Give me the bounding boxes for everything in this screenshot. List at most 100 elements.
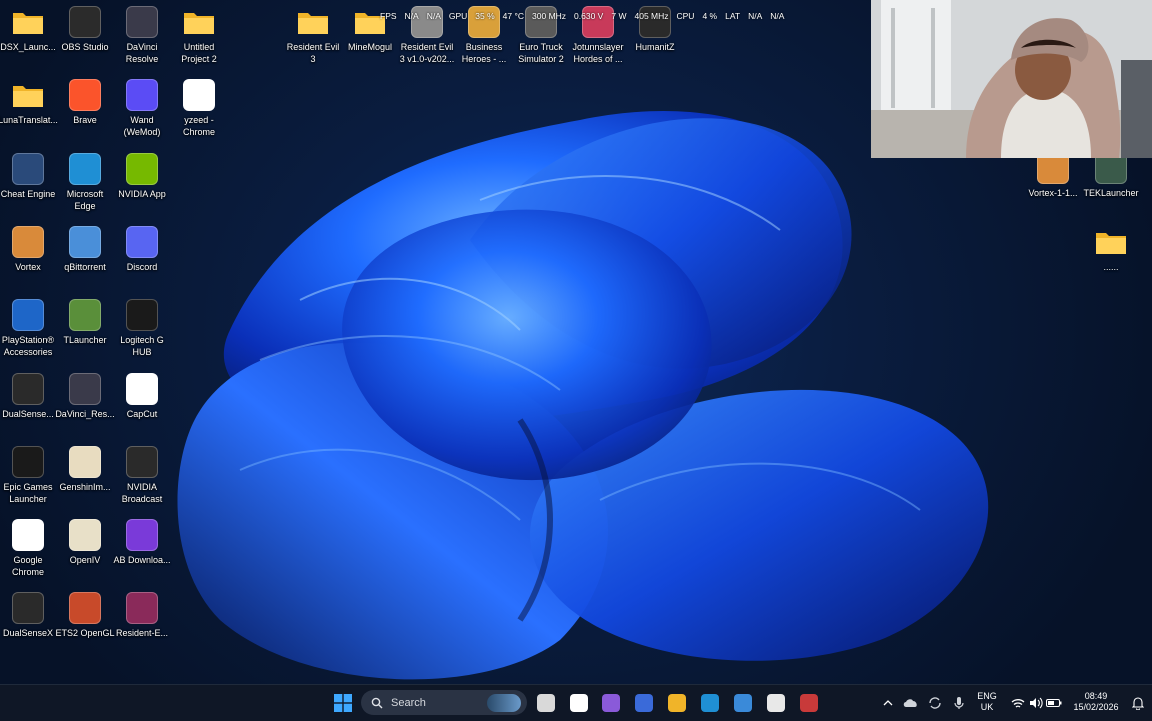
logitech-icon (126, 299, 158, 332)
desktop-icon-label: DSX_Launc... (0, 42, 56, 52)
qbittorrent-icon (69, 225, 101, 258)
desktop-icon-label: ETS2 OpenGL (55, 628, 115, 639)
desktop-icon-obs[interactable]: OBS Studio (57, 6, 113, 53)
desktop-icon-wand[interactable]: Wand (WeMod) (114, 79, 170, 138)
wand-icon (126, 79, 158, 112)
gpu-label: GPU (448, 11, 468, 21)
desktop-icon-label: Resident-E... (115, 628, 169, 639)
vortex-icon (12, 225, 44, 258)
desktop-icon-label: NVIDIA Broadcast (121, 481, 163, 504)
desktop-icon-openiv[interactable]: OpenIV (57, 519, 113, 566)
desktop-icon-davinci[interactable]: DaVinci_Res... (55, 372, 115, 420)
desktop-icon-label: Euro Truck Simulator 2 (518, 42, 564, 64)
desktop-icon-folder[interactable]: Untitled Project 2 (171, 6, 227, 65)
folder-icon (297, 6, 329, 38)
desktop-icon-edge[interactable]: Microsoft Edge (57, 152, 113, 212)
taskbar-app-button[interactable] (731, 691, 755, 715)
desktop-icon-qbittorrent[interactable]: qBittorrent (57, 225, 113, 273)
desktop-icon-label: DaVinci Resolve (125, 42, 159, 64)
clock[interactable]: 08:49 15/02/2026 (1068, 691, 1124, 713)
folder-icon (12, 6, 44, 38)
desktop-icon-logitech[interactable]: Logitech G HUB (114, 299, 170, 358)
desktop-icon-davinci[interactable]: DaVinci Resolve (114, 6, 170, 65)
cpu-label: CPU (676, 11, 695, 21)
davinci-icon (69, 372, 101, 405)
taskbar-app-button[interactable] (632, 691, 656, 715)
taskbar-app-button[interactable] (534, 691, 558, 715)
chrome-icon (12, 519, 44, 552)
desktop-icon-discord[interactable]: Discord (114, 225, 170, 273)
edge-icon (701, 694, 719, 712)
taskbar-app-button[interactable] (665, 691, 689, 715)
folder-icon (12, 79, 44, 111)
gpu-power: 7 W (611, 11, 627, 21)
desktop-icon-label: TLauncher (63, 335, 107, 346)
tlauncher-icon (69, 299, 101, 332)
desktop-icon-label: Microsoft Edge (66, 188, 104, 211)
desktop-icon-cheat-engine[interactable]: Cheat Engine (0, 152, 56, 200)
performance-overlay: FPS N/A N/A GPU 35 % 47 °C 300 MHz 0.630… (380, 8, 784, 24)
desktop-icon-controller[interactable]: DualSenseX (0, 592, 56, 639)
show-hidden-icons-button[interactable] (876, 691, 900, 715)
desktop-icon-label: Untitled Project 2 (181, 42, 217, 64)
desktop-icon-playstation[interactable]: PlayStation® Accessories (0, 299, 56, 358)
desktop-icon-label: Cheat Engine (0, 188, 56, 199)
desktop-icon-winrar[interactable]: Resident-E... (114, 592, 170, 639)
language-code: ENG (977, 691, 997, 701)
desktop-icon-label: ...... (1103, 262, 1119, 272)
ab-download-icon (126, 519, 158, 552)
desktop-icon-label: PlayStation® Accessories (1, 335, 55, 358)
desktop-icon-epic[interactable]: Epic Games Launcher (0, 445, 56, 505)
gpu-temp: 47 °C (502, 11, 525, 21)
microphone-tray-button[interactable] (947, 691, 971, 715)
desktop-icon-tek[interactable]: TEKLauncher (1083, 152, 1139, 199)
obs-icon (69, 6, 101, 38)
desktop-icon-vortex[interactable]: Vortex-1-1... (1025, 152, 1081, 199)
speaker-icon (1030, 697, 1043, 709)
file-explorer-icon (668, 694, 686, 712)
desktop-icon-folder[interactable]: DSX_Launc... (0, 6, 56, 53)
taskbar-app-button[interactable] (698, 691, 722, 715)
bell-icon (1132, 696, 1144, 710)
desktop-icon-label: Jotunnslayer Hordes of ... (572, 42, 624, 64)
desktop-icon-label: CapCut (126, 408, 158, 419)
controller-icon (12, 372, 44, 405)
keyboard-layout: UK (980, 702, 994, 712)
app-icon (800, 694, 818, 712)
desktop-icon-tlauncher[interactable]: TLauncher (57, 299, 113, 346)
epic-icon (12, 445, 44, 478)
desktop-icon-ets2[interactable]: ETS2 OpenGL (55, 592, 115, 639)
cpu-usage: 4 % (702, 11, 718, 21)
desktop-icon-genshin[interactable]: GenshinIm... (57, 445, 113, 493)
clock-date: 15/02/2026 (1073, 702, 1119, 712)
taskbar-app-button[interactable] (567, 691, 591, 715)
desktop-icon-label: DaVinci_Res... (55, 408, 115, 419)
gpu-voltage: 0.630 V (574, 11, 604, 21)
battery-tray-button[interactable] (1042, 691, 1066, 715)
onedrive-tray-button[interactable] (899, 691, 923, 715)
start-button[interactable] (331, 691, 355, 715)
desktop-icon-folder[interactable]: Resident Evil 3 (285, 6, 341, 65)
desktop-icon-folder[interactable]: ...... (1083, 226, 1139, 273)
desktop-icon-nvidia[interactable]: NVIDIA App (114, 152, 170, 200)
edge-icon (69, 152, 101, 185)
desktop-icon-capcut[interactable]: CapCut (114, 372, 170, 420)
sync-tray-button[interactable] (923, 691, 947, 715)
desktop-icon-controller[interactable]: DualSense... (0, 372, 56, 420)
webcam-overlay (871, 0, 1152, 158)
language-indicator[interactable]: ENG UK (973, 691, 1001, 713)
desktop-icon-vortex[interactable]: Vortex (0, 225, 56, 273)
desktop-icon-folder[interactable]: LunaTranslat... (0, 79, 58, 126)
desktop-icon-brave[interactable]: Brave (57, 79, 113, 126)
notifications-button[interactable] (1126, 691, 1150, 715)
desktop: DSX_Launc... OBS Studio DaVinci Resolve Unt… (0, 0, 1152, 684)
taskbar-app-button[interactable] (599, 691, 623, 715)
desktop-icon-nvidia-broadcast[interactable]: NVIDIA Broadcast (114, 445, 170, 505)
taskbar-app-button[interactable] (797, 691, 821, 715)
taskbar-search-box[interactable]: Search (361, 690, 527, 715)
desktop-icon-ab-download[interactable]: AB Downloa... (113, 519, 171, 566)
desktop-icon-label: Epic Games Launcher (3, 481, 53, 504)
taskbar-app-button[interactable] (764, 691, 788, 715)
desktop-icon-chrome[interactable]: Google Chrome (0, 519, 56, 578)
desktop-icon-chrome[interactable]: yzeed - Chrome (171, 79, 227, 138)
